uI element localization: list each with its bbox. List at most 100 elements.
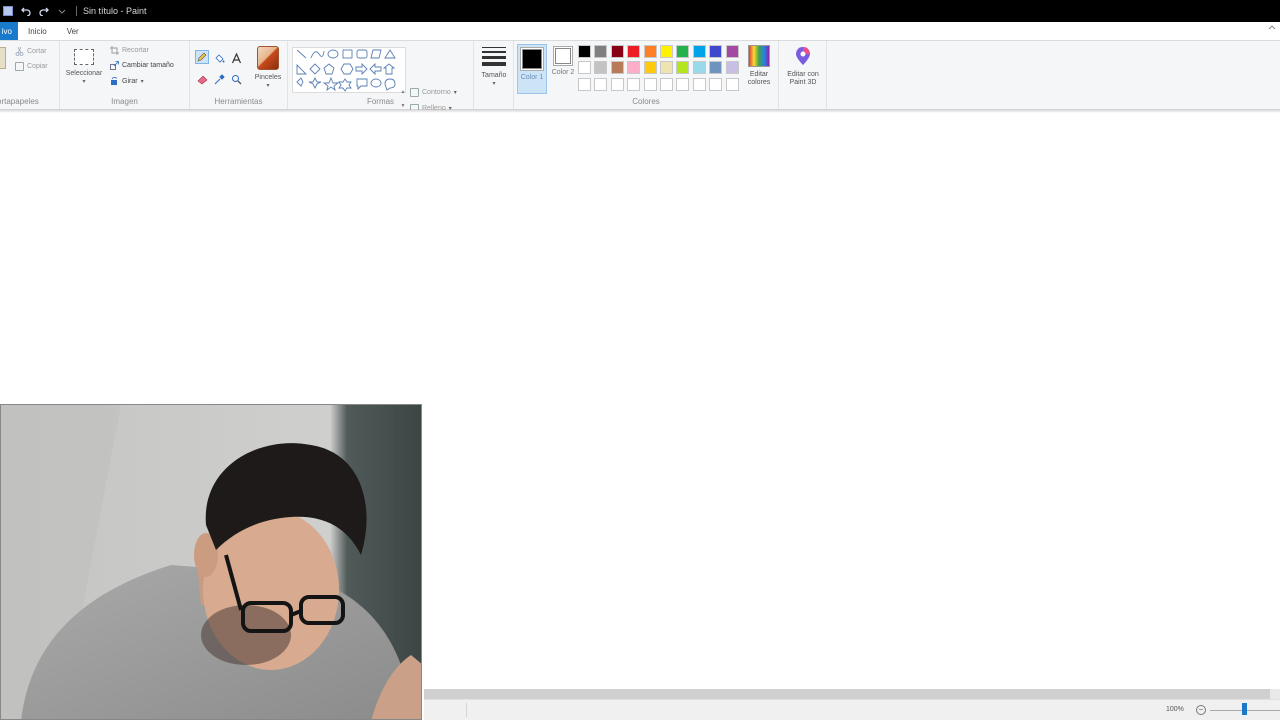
palette-color-swatch[interactable]: [676, 45, 690, 58]
group-label-image: Imagen: [111, 97, 138, 106]
size-label: Tamaño: [481, 72, 507, 79]
shapes-gallery[interactable]: [292, 47, 406, 93]
palette-color-swatch[interactable]: [627, 61, 641, 75]
color2-value: [555, 48, 571, 64]
palette-custom-swatch[interactable]: [709, 77, 723, 91]
paste-icon[interactable]: [0, 47, 6, 69]
copy-icon: [15, 62, 24, 71]
shapes-scroll-up-icon[interactable]: ▲: [399, 89, 407, 95]
palette-custom-swatch[interactable]: [643, 77, 657, 91]
palette-custom-swatch[interactable]: [676, 77, 690, 91]
palette-custom-swatch[interactable]: [610, 77, 624, 91]
edit-colors-label: Editar colores: [747, 71, 771, 86]
title-separator: [76, 6, 77, 16]
palette-color-swatch[interactable]: [610, 61, 624, 75]
palette-color-swatch[interactable]: [725, 45, 739, 58]
rotate-icon: [111, 77, 118, 85]
right-triangle-shape-icon: [296, 63, 308, 75]
size-dropdown-icon: ▾: [492, 81, 496, 87]
magnifier-tool[interactable]: [229, 72, 243, 86]
palette-custom-swatch[interactable]: [578, 77, 591, 91]
resize-icon: [110, 61, 119, 70]
color1-value: [522, 49, 542, 69]
triangle-shape-icon: [384, 49, 396, 59]
palette-custom-swatch[interactable]: [627, 77, 641, 91]
color1-label: Color 1: [520, 74, 544, 81]
group-label-colors: Colores: [632, 97, 660, 106]
zoom-out-button[interactable]: −: [1196, 705, 1206, 715]
oval-shape-icon: [327, 49, 339, 59]
eraser-tool[interactable]: [195, 72, 209, 86]
app-menu-icon[interactable]: [2, 4, 14, 18]
copy-label: Copiar: [27, 63, 48, 70]
minimize-ribbon-icon[interactable]: [1268, 24, 1276, 32]
palette-color-swatch[interactable]: [692, 61, 706, 75]
undo-icon[interactable]: [20, 4, 32, 18]
edit-colors-button[interactable]: Editar colores: [743, 45, 775, 87]
eyedropper-icon: [214, 73, 225, 84]
select-button[interactable]: Seleccionar ▾: [63, 49, 105, 86]
copy-button[interactable]: Copiar: [15, 62, 48, 71]
edit-with-paint3d-button[interactable]: Editar con Paint 3D: [781, 45, 825, 87]
up-arrow-shape-icon: [382, 63, 396, 75]
horizontal-scrollbar[interactable]: [424, 689, 1270, 699]
palette-custom-swatch[interactable]: [692, 77, 706, 91]
fill-tool[interactable]: [212, 51, 226, 65]
color-palette: [578, 45, 739, 91]
brushes-button[interactable]: Pinceles ▾: [250, 46, 286, 90]
palette-custom-swatch[interactable]: [594, 77, 608, 91]
text-tool[interactable]: [229, 51, 243, 65]
palette-color-swatch[interactable]: [676, 61, 690, 75]
tab-file[interactable]: ivo: [0, 22, 18, 40]
rotate-label: Girar: [122, 78, 138, 85]
customize-toolbar-icon[interactable]: [56, 4, 68, 18]
crop-label: Recortar: [122, 47, 149, 54]
shapes-scroll-down-icon[interactable]: ▼: [399, 103, 407, 109]
palette-color-swatch[interactable]: [725, 61, 739, 75]
outline-button[interactable]: Contorno ▾: [410, 88, 457, 97]
redo-icon[interactable]: [38, 4, 50, 18]
paint-window: Sin título - Paint ivo Inicio Ver Cortar…: [0, 0, 1280, 720]
rotate-button[interactable]: Girar ▾: [110, 77, 144, 86]
palette-color-swatch[interactable]: [643, 61, 657, 75]
color2-label: Color 2: [551, 69, 575, 76]
palette-color-swatch[interactable]: [610, 45, 624, 58]
down-arrow-shape-icon: [296, 77, 304, 87]
magnifier-icon: [231, 74, 241, 84]
palette-color-swatch[interactable]: [594, 45, 608, 58]
cut-button[interactable]: Cortar: [15, 47, 46, 56]
palette-custom-swatch[interactable]: [659, 77, 673, 91]
palette-color-swatch[interactable]: [659, 61, 673, 75]
group-label-clipboard: ortapapeles: [0, 97, 39, 106]
right-arrow-shape-icon: [355, 62, 368, 76]
palette-color-swatch[interactable]: [594, 61, 608, 75]
zoom-level: 100%: [1166, 706, 1184, 713]
palette-color-swatch[interactable]: [709, 61, 723, 75]
palette-color-swatch[interactable]: [578, 45, 591, 58]
palette-color-swatch[interactable]: [692, 45, 706, 58]
diamond-shape-icon: [309, 63, 321, 75]
resize-button[interactable]: Cambiar tamaño: [110, 61, 174, 70]
color2-button[interactable]: Color 2: [550, 46, 576, 77]
crop-button[interactable]: Recortar: [110, 46, 149, 55]
group-clipboard: Cortar Copiar ortapapeles: [0, 41, 60, 109]
size-button[interactable]: Tamaño ▾: [478, 47, 510, 88]
tab-view[interactable]: Ver: [57, 22, 89, 40]
webcam-overlay: [0, 404, 422, 720]
pencil-tool[interactable]: [195, 50, 209, 64]
palette-color-swatch[interactable]: [578, 61, 591, 75]
zoom-slider-thumb[interactable]: [1242, 703, 1247, 715]
select-icon: [74, 49, 94, 65]
paint3d-icon: [793, 45, 813, 67]
tab-home[interactable]: Inicio: [18, 22, 57, 40]
palette-color-swatch[interactable]: [659, 45, 673, 58]
color1-button[interactable]: Color 1: [517, 44, 547, 94]
quick-access-toolbar: [0, 0, 79, 22]
palette-color-swatch[interactable]: [627, 45, 641, 58]
palette-color-swatch[interactable]: [643, 45, 657, 58]
color-picker-tool[interactable]: [212, 72, 226, 86]
crop-icon: [110, 46, 119, 55]
group-paint3d: Editar con Paint 3D: [779, 41, 827, 109]
palette-color-swatch[interactable]: [709, 45, 723, 58]
palette-custom-swatch[interactable]: [725, 77, 739, 91]
